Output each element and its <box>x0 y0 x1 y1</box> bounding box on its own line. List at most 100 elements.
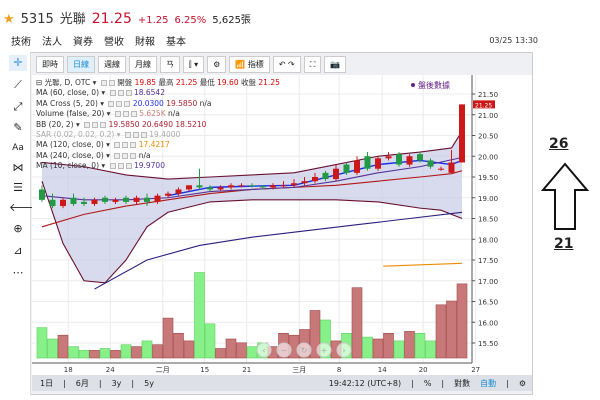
low-value: 19.60 <box>217 78 239 87</box>
intraday-button[interactable]: 即時 <box>36 56 64 73</box>
range-1d[interactable]: 1日 <box>40 378 53 389</box>
indicator-value: 17.4217 <box>138 140 170 150</box>
stock-name: 光聯 <box>59 12 86 27</box>
text-tool-icon[interactable]: Aa <box>9 140 27 156</box>
indicator-value-2: 19.5850 <box>166 98 198 108</box>
candle-body <box>375 158 381 169</box>
legend-row: SAR (0.02, 0.02, 0.2) ▾ 19.4000 <box>36 130 181 140</box>
indicators-button[interactable]: 📶 指標 <box>229 56 270 73</box>
indicators-label: 指標 <box>247 60 264 69</box>
arrow-left-icon[interactable]: 🡐 <box>9 200 39 216</box>
legend-row: MA (10, close, 0) ▾ 19.9700 <box>36 161 165 171</box>
candle-body <box>207 187 213 190</box>
y-tick-label: 19.50 <box>478 174 498 182</box>
camera-icon[interactable]: 📷 <box>324 56 347 73</box>
indicator-name[interactable]: MA (120, close, 0) <box>36 140 104 149</box>
volume-bar <box>362 336 373 359</box>
candle-body <box>154 195 161 202</box>
range-5y[interactable]: 5y <box>144 379 154 388</box>
chart-legend: ⊟ 光聯, D, OTC ▾ 開盤 19.85 最高 21.25 最低 19.6… <box>36 78 280 172</box>
candle-body <box>322 172 329 180</box>
fullscreen-icon[interactable]: ⛶ <box>303 56 322 73</box>
clock: 19:42:12 (UTC+8) <box>328 378 402 388</box>
candle-body <box>291 183 297 186</box>
weekly-button[interactable]: 週線 <box>98 56 126 73</box>
candle-body <box>175 189 182 194</box>
x-tick-label: 18 <box>64 366 73 374</box>
volume-bar <box>162 317 174 359</box>
indicator-name[interactable]: MA (240, close, 0) <box>36 151 104 160</box>
candle-body <box>186 185 192 190</box>
tab-institutional[interactable]: 法人 <box>39 33 70 54</box>
volume-bar <box>131 346 142 359</box>
volume-bar <box>435 304 447 359</box>
x-tick-label: 二月 <box>156 366 170 374</box>
fibonacci-icon[interactable]: ☰ <box>9 180 27 196</box>
tab-financials[interactable]: 財報 <box>132 33 163 54</box>
price-change: +1.25 <box>137 15 169 26</box>
legend-row: Volume (false, 20) ▾ 5.625K n/a <box>36 109 180 119</box>
volume-bar <box>47 338 58 359</box>
percent-toggle[interactable]: % <box>424 379 432 388</box>
y-tick-label: 20.50 <box>478 133 498 141</box>
volume-bar <box>351 287 363 359</box>
daily-button[interactable]: 日線 <box>67 56 95 73</box>
volume-bar <box>425 340 436 359</box>
candle-body <box>228 185 234 188</box>
compare-button[interactable]: ㄢ <box>160 56 180 73</box>
indicator-name[interactable]: MA (10, close, 0) <box>36 161 99 170</box>
symbol-title: 光聯, D, OTC <box>44 78 91 87</box>
undo-redo-button[interactable]: ↶ ↷ <box>272 56 301 73</box>
more-icon[interactable]: ⋯ <box>9 265 27 281</box>
open-value: 19.85 <box>134 78 157 87</box>
candle-body <box>448 162 455 173</box>
brush-icon[interactable]: ✎ <box>9 120 27 136</box>
chart-nav-icon: + <box>321 346 328 355</box>
candle-body <box>81 201 87 204</box>
low-label: 最低 <box>199 78 215 87</box>
candle-body <box>91 199 98 204</box>
candle-type-button[interactable]: ⫿ ▾ <box>183 56 205 73</box>
high-value: 21.25 <box>175 78 198 87</box>
indicator-name[interactable]: MA Cross (5, 20) <box>36 99 98 108</box>
y-tick-label: 18.50 <box>478 216 498 224</box>
favorite-star-icon[interactable]: ★ <box>3 12 15 27</box>
volume-bar <box>141 340 153 359</box>
indicator-name[interactable]: Volume (false, 20) <box>36 109 104 118</box>
crosshair-icon[interactable]: ✛ <box>9 55 27 71</box>
indicator-name[interactable]: BB (20, 2) <box>36 120 74 129</box>
indicator-name[interactable]: SAR (0.02, 0.02, 0.2) <box>36 130 114 139</box>
range-6m[interactable]: 6月 <box>76 378 89 389</box>
ruler-icon[interactable]: ⊿ <box>9 243 27 259</box>
tab-revenue[interactable]: 營收 <box>101 33 132 54</box>
trend-line-icon[interactable]: ⟋ <box>9 77 27 93</box>
x-tick-label: 21 <box>242 366 251 374</box>
candle-body <box>396 154 402 165</box>
volume-bar <box>236 342 247 359</box>
log-toggle[interactable]: 對數 <box>454 378 470 389</box>
datetime: 03/25 13:30 <box>489 36 538 45</box>
indicator-value: 20.0300 <box>132 98 164 108</box>
tab-technical[interactable]: 技術 <box>8 33 39 54</box>
indicator-value: 19.9700 <box>133 161 165 171</box>
candle-body <box>406 156 413 165</box>
tab-basic[interactable]: 基本 <box>163 33 194 54</box>
candle-body <box>343 164 350 173</box>
close-label: 收盤 <box>241 78 256 87</box>
range-3y[interactable]: 3y <box>112 379 122 388</box>
after-hours-label[interactable]: 盤後數據 <box>418 80 450 90</box>
quote-header: ★ 5315 光聯 21.25 +1.25 6.25% 5,625張 <box>3 8 251 27</box>
tab-margin[interactable]: 資券 <box>70 33 101 54</box>
candle-body <box>144 197 150 202</box>
indicator-value: 19.5850 20.6490 18.5210 <box>108 119 207 129</box>
settings-gear-icon[interactable]: ⚙ <box>207 56 227 73</box>
zoom-in-icon[interactable]: ⊕ <box>9 221 27 237</box>
pattern-icon[interactable]: ⋈ <box>9 160 27 176</box>
monthly-button[interactable]: 月線 <box>129 56 157 73</box>
indicator-name[interactable]: MA (60, close, 0) <box>36 88 99 97</box>
indicator-value: 18.6542 <box>133 88 165 98</box>
volume-bar <box>57 334 69 359</box>
auto-toggle[interactable]: 自動 <box>480 378 496 389</box>
ray-line-icon[interactable]: ⤢ <box>9 99 27 115</box>
bottom-settings-icon[interactable]: ⚙ <box>519 379 526 388</box>
